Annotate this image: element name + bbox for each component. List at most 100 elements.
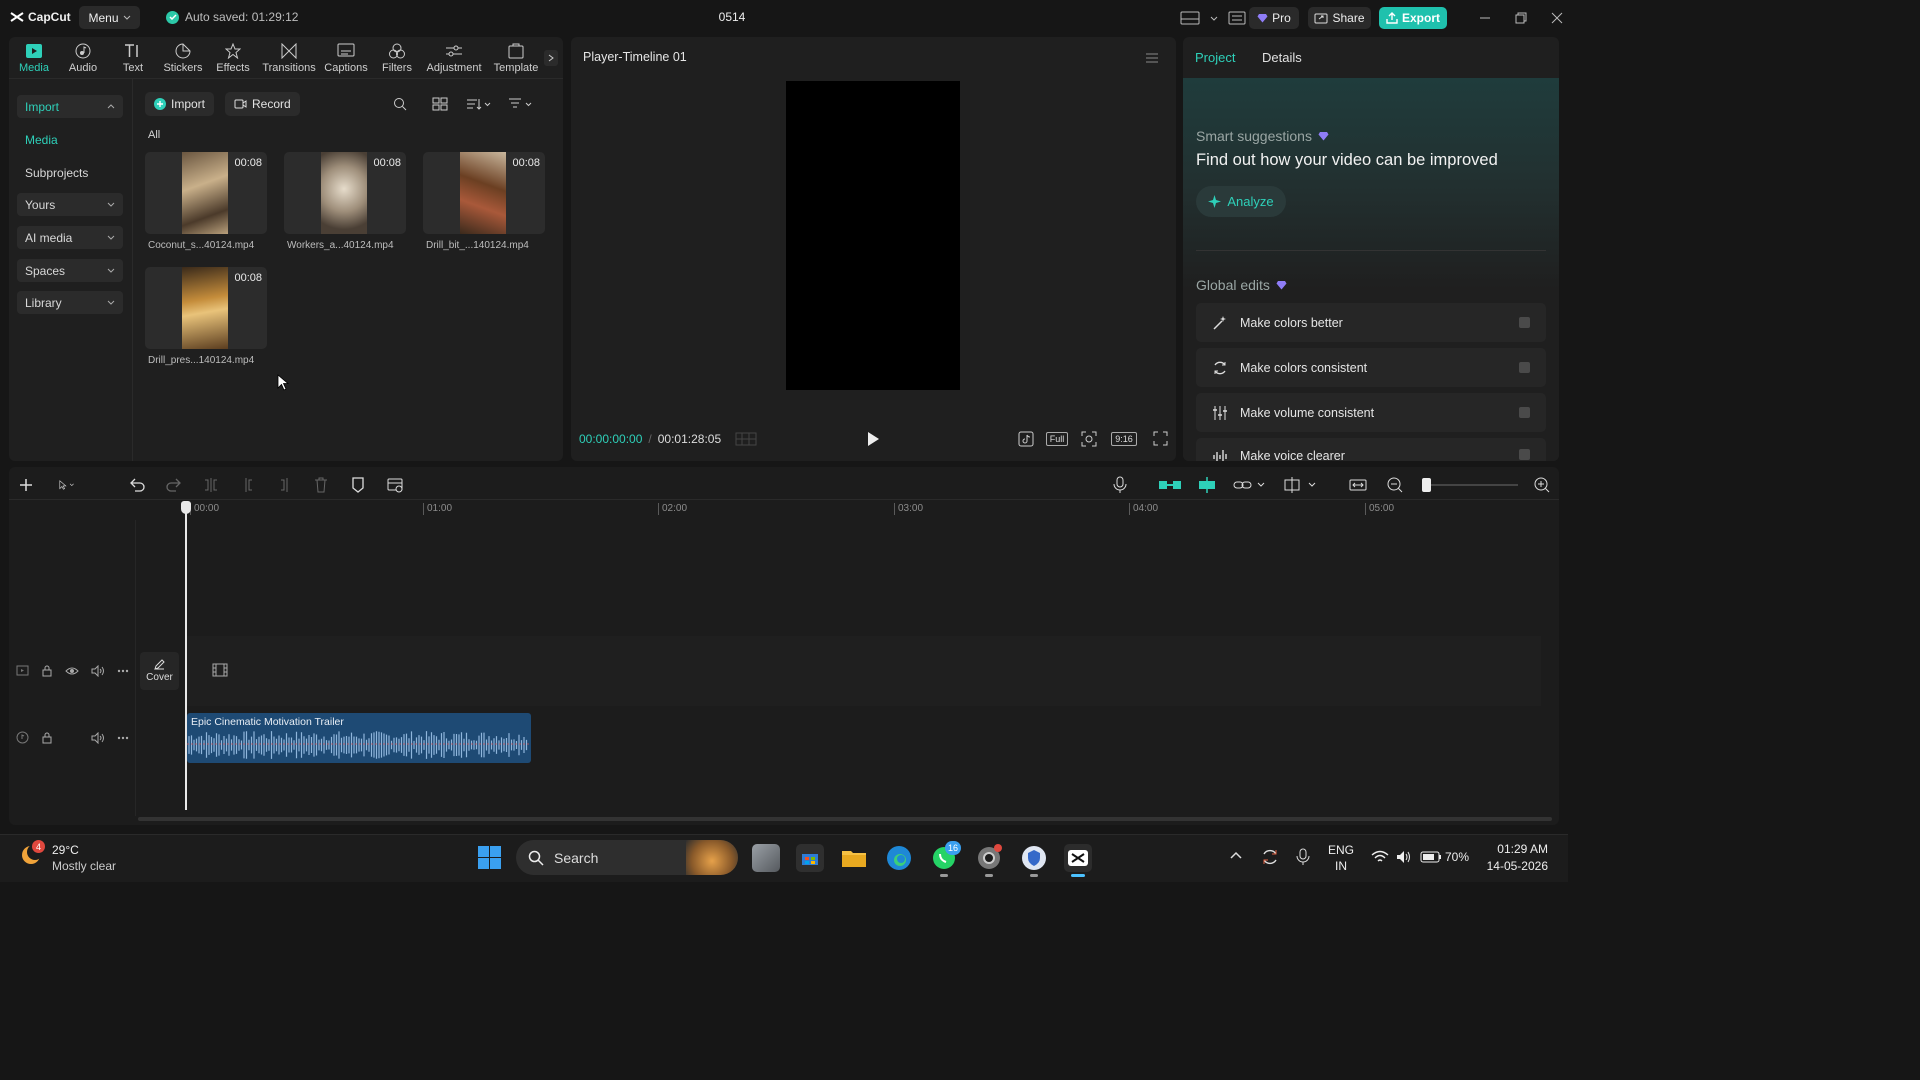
- toggle-switch[interactable]: [1519, 362, 1530, 373]
- full-quality-button[interactable]: Full: [1046, 432, 1068, 446]
- tab-effects[interactable]: Effects: [209, 43, 257, 74]
- sidebar-item-subprojects[interactable]: Subprojects: [17, 161, 123, 184]
- search-icon[interactable]: [393, 97, 407, 111]
- tiktok-icon[interactable]: [1018, 431, 1034, 447]
- marker-icon[interactable]: [349, 476, 367, 494]
- close-icon[interactable]: [1550, 11, 1564, 25]
- lock-icon[interactable]: [41, 664, 53, 677]
- language-indicator[interactable]: ENG IN: [1328, 842, 1354, 874]
- eye-icon[interactable]: [65, 665, 79, 677]
- microphone-icon[interactable]: [1111, 476, 1129, 494]
- battery-icon[interactable]: [1420, 850, 1442, 864]
- sidebar-item-library[interactable]: Library: [17, 291, 123, 314]
- record-button[interactable]: Record: [225, 92, 300, 116]
- windows-start-icon[interactable]: [477, 845, 502, 870]
- zoom-slider-handle[interactable]: [1422, 478, 1431, 492]
- redo-icon[interactable]: [165, 476, 183, 494]
- speaker-icon[interactable]: [91, 664, 105, 677]
- taskbar-search[interactable]: Search: [516, 840, 738, 875]
- tab-transitions[interactable]: Transitions: [262, 43, 316, 74]
- zoom-preview-icon[interactable]: [1081, 431, 1097, 447]
- analyze-button[interactable]: Analyze: [1196, 186, 1286, 217]
- menu-button[interactable]: Menu: [79, 6, 140, 29]
- grid-view-icon[interactable]: [432, 97, 448, 111]
- auto-reframe-icon[interactable]: [386, 476, 404, 494]
- export-button[interactable]: Export: [1379, 7, 1447, 29]
- media-clip[interactable]: 00:08 Coconut_s...40124.mp4: [145, 152, 267, 251]
- sidebar-item-import[interactable]: Import: [17, 95, 123, 118]
- global-edit-make-voice-clearer[interactable]: Make voice clearer: [1196, 438, 1546, 461]
- file-explorer-icon[interactable]: [840, 844, 868, 872]
- import-button[interactable]: Import: [145, 92, 215, 116]
- link-icon[interactable]: [1232, 476, 1268, 494]
- global-edit-make-colors-consistent[interactable]: Make colors consistent: [1196, 348, 1546, 387]
- delete-icon[interactable]: [312, 476, 330, 494]
- speaker-icon[interactable]: [91, 731, 105, 744]
- volume-icon[interactable]: [1396, 850, 1412, 864]
- auto-snap-icon[interactable]: [1196, 476, 1218, 494]
- undo-icon[interactable]: [128, 476, 146, 494]
- filter-icon[interactable]: [508, 97, 534, 111]
- chevron-down-icon[interactable]: [1210, 16, 1218, 21]
- toggle-switch[interactable]: [1519, 449, 1530, 460]
- tab-audio[interactable]: Audio: [59, 43, 107, 74]
- tab-template[interactable]: Template: [490, 43, 542, 74]
- cover-button[interactable]: Cover: [140, 652, 179, 690]
- pro-button[interactable]: Pro: [1249, 7, 1299, 29]
- aspect-ratio-button[interactable]: 9:16: [1111, 432, 1137, 446]
- sidebar-item-yours[interactable]: Yours: [17, 193, 123, 216]
- lock-icon[interactable]: [41, 731, 53, 744]
- minimize-icon[interactable]: [1478, 11, 1492, 25]
- track-type-icon[interactable]: [16, 664, 29, 677]
- chrome-icon[interactable]: [975, 844, 1003, 872]
- tab-stickers[interactable]: Stickers: [159, 43, 207, 74]
- fit-timeline-icon[interactable]: [1349, 476, 1367, 494]
- media-filter-all[interactable]: All: [148, 129, 160, 141]
- zoom-in-icon[interactable]: [1533, 476, 1551, 494]
- play-icon[interactable]: [866, 431, 880, 447]
- playhead-handle[interactable]: [181, 501, 191, 514]
- global-edit-make-colors-better[interactable]: Make colors better: [1196, 303, 1546, 342]
- tab-project[interactable]: Project: [1195, 50, 1235, 65]
- fullscreen-icon[interactable]: [1153, 431, 1168, 446]
- media-clip[interactable]: 00:08 Drill_bit_...140124.mp4: [423, 152, 545, 251]
- preview-axis-icon[interactable]: [1283, 476, 1319, 494]
- trim-right-icon[interactable]: [275, 476, 293, 494]
- frame-grid-icon[interactable]: [735, 432, 757, 446]
- more-icon[interactable]: [117, 669, 129, 673]
- chevron-up-icon[interactable]: [1229, 850, 1243, 860]
- hamburger-menu-icon[interactable]: [1145, 52, 1159, 64]
- sidebar-item-media[interactable]: Media: [17, 128, 123, 151]
- capcut-taskbar-icon[interactable]: [1064, 844, 1092, 872]
- wifi-icon[interactable]: [1371, 850, 1389, 864]
- tab-adjustment[interactable]: Adjustment: [426, 43, 482, 74]
- layout-icon[interactable]: [1180, 10, 1200, 26]
- video-preview[interactable]: [786, 81, 960, 390]
- vpn-shield-icon[interactable]: [1020, 844, 1048, 872]
- microphone-icon[interactable]: [1296, 848, 1310, 866]
- timeline-scrollbar[interactable]: [138, 817, 1552, 821]
- audio-track-type-icon[interactable]: [16, 731, 29, 744]
- zoom-slider-track[interactable]: [1422, 484, 1518, 486]
- sidebar-item-ai-media[interactable]: AI media: [17, 226, 123, 249]
- split-icon[interactable]: [202, 476, 220, 494]
- main-video-track[interactable]: [186, 636, 1541, 706]
- media-clip[interactable]: 00:08 Workers_a...40124.mp4: [284, 152, 406, 251]
- project-name[interactable]: 0514: [700, 10, 764, 24]
- audio-clip[interactable]: Epic Cinematic Motivation Trailer: [187, 713, 531, 763]
- toggle-switch[interactable]: [1519, 407, 1530, 418]
- system-clock[interactable]: 01:29 AM 14-05-2026: [1480, 841, 1548, 875]
- tab-text[interactable]: Text: [109, 43, 157, 74]
- global-edit-make-volume-consistent[interactable]: Make volume consistent: [1196, 393, 1546, 432]
- playhead[interactable]: [185, 510, 187, 810]
- keyboard-icon[interactable]: [1228, 11, 1246, 25]
- select-tool-icon[interactable]: [58, 476, 76, 494]
- task-view-icon[interactable]: [752, 844, 780, 872]
- tab-captions[interactable]: Captions: [322, 43, 370, 74]
- weather-widget[interactable]: 29°C Mostly clear: [52, 842, 116, 874]
- tab-media[interactable]: Media: [10, 43, 58, 74]
- tab-details[interactable]: Details: [1262, 50, 1302, 65]
- sync-icon[interactable]: [1261, 848, 1279, 866]
- toolbar-scroll-right[interactable]: [544, 50, 558, 66]
- sort-icon[interactable]: [466, 97, 492, 111]
